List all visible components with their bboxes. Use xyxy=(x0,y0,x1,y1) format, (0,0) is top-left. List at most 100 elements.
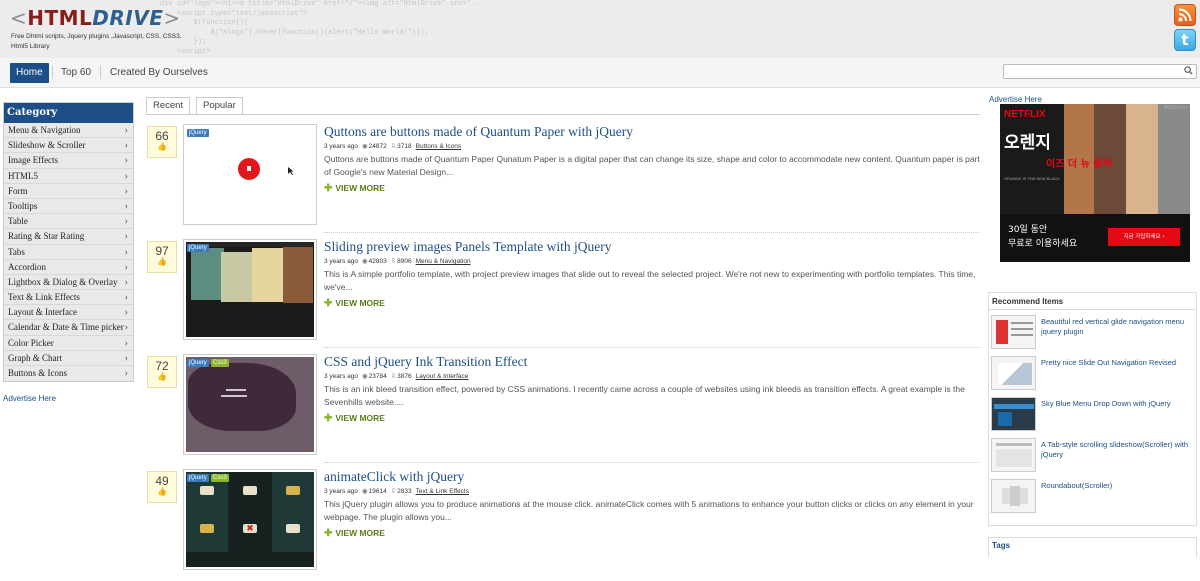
recommend-item[interactable]: Beautiful red vertical glide navigation … xyxy=(991,315,1196,352)
chevron-right-icon: › xyxy=(124,216,128,228)
jquery-badge: jQuery xyxy=(187,129,209,137)
category-item[interactable]: Form › xyxy=(4,184,133,199)
tab-popular[interactable]: Popular xyxy=(196,97,243,114)
item-category-link[interactable]: Menu & Navigation xyxy=(416,258,471,265)
recommend-panel: Recommend Items Beautiful red vertical g… xyxy=(988,292,1197,526)
category-item[interactable]: Text & Link Effects › xyxy=(4,290,133,306)
item-meta: 3 years ago ◉42803 ⇩8906 Menu & Navigation xyxy=(324,258,471,265)
eye-icon: ◉ xyxy=(361,143,368,150)
category-item[interactable]: Slideshow & Scroller › xyxy=(4,138,133,154)
item-thumbnail[interactable]: jQuery Css3 xyxy=(183,354,317,455)
nav-created-by-ourselves[interactable]: Created By Ourselves xyxy=(104,63,214,83)
item-title[interactable]: CSS and jQuery Ink Transition Effect xyxy=(324,354,527,370)
list-item: 49 👍 ✖ jQuery Css3 animateClick with jQue… xyxy=(146,469,980,581)
recommend-link[interactable]: Beautiful red vertical glide navigation … xyxy=(1041,317,1191,336)
item-thumbnail[interactable]: ✖ jQuery Css3 xyxy=(183,469,317,570)
netflix-ad-banner[interactable]: NETFLIX AdChoices 오렌지 이즈 더 뉴 블랙 ORANGE I… xyxy=(1000,104,1190,262)
vote-count: 49 xyxy=(155,474,169,488)
category-item[interactable]: Table › xyxy=(4,214,133,230)
item-description: This is an ink bleed transition effect, … xyxy=(324,384,965,407)
category-item[interactable]: HTML5 › xyxy=(4,169,133,184)
item-category-link[interactable]: Layout & Interface xyxy=(416,373,469,380)
view-more-link[interactable]: ✚ VIEW MORE xyxy=(324,298,385,309)
search-input[interactable] xyxy=(1003,64,1197,79)
item-title[interactable]: Quttons are buttons made of Quantum Pape… xyxy=(324,124,633,140)
item-category-link[interactable]: Text & Link Effects xyxy=(416,488,469,495)
tab-divider xyxy=(146,114,980,115)
eye-icon: ◉ xyxy=(361,373,368,380)
site-logo[interactable]: <HTMLDRIVE> xyxy=(10,6,181,30)
item-thumbnail[interactable]: jQuery xyxy=(183,124,317,225)
category-item[interactable]: Image Effects › xyxy=(4,153,133,169)
netflix-logo: NETFLIX xyxy=(1004,109,1046,120)
plus-icon: ✚ xyxy=(324,298,333,309)
advertise-link[interactable]: Advertise Here xyxy=(989,95,1042,104)
recommend-link[interactable]: Roundabout(Scroller) xyxy=(1041,481,1191,491)
category-item[interactable]: Tabs › xyxy=(4,245,133,260)
tags-title: Tags xyxy=(988,537,1197,557)
ad-title: 오렌지 xyxy=(1004,133,1051,153)
nav-top-60[interactable]: Top 60 xyxy=(55,63,97,83)
view-more-link[interactable]: ✚ VIEW MORE xyxy=(324,528,385,539)
item-title[interactable]: Sliding preview images Panels Template w… xyxy=(324,239,612,255)
category-item[interactable]: Menu & Navigation › xyxy=(4,123,133,139)
vote-count: 72 xyxy=(155,359,169,373)
twitter-icon[interactable]: t xyxy=(1174,29,1196,51)
code-background: div id="logo"><h1><a title="HtmlDrive" h… xyxy=(160,0,484,56)
nav-home[interactable]: Home xyxy=(10,63,49,83)
recommend-thumbnail[interactable] xyxy=(991,315,1036,349)
category-item[interactable]: Color Picker › xyxy=(4,336,133,351)
category-item[interactable]: Lightbox & Dialog & Overlay › xyxy=(4,275,133,291)
thumbs-up-icon[interactable]: 👍 xyxy=(148,257,176,266)
adchoices-label[interactable]: AdChoices xyxy=(1164,105,1188,111)
download-icon: ⇩ xyxy=(390,373,397,380)
search-icon[interactable] xyxy=(1184,66,1193,75)
chevron-right-icon: › xyxy=(124,246,128,258)
item-category-link[interactable]: Buttons & Icons xyxy=(416,143,462,150)
advertise-link[interactable]: Advertise Here xyxy=(3,394,56,403)
category-item[interactable]: Buttons & Icons › xyxy=(4,366,133,381)
category-title: Category xyxy=(4,103,133,123)
plus-icon: ✚ xyxy=(324,413,333,424)
recommend-link[interactable]: Pretty nice Slide Out Navigation Revised xyxy=(1041,358,1191,368)
vote-box[interactable]: 72 👍 xyxy=(147,356,177,388)
item-divider xyxy=(324,232,980,233)
recommend-thumbnail[interactable] xyxy=(991,356,1036,390)
chevron-right-icon: › xyxy=(124,292,128,304)
recommend-thumbnail[interactable] xyxy=(991,438,1036,472)
ad-footer: 30일 동안 무료로 이용하세요 지금 가입하세요 › xyxy=(1000,214,1190,262)
category-item[interactable]: Calendar & Date & Time picker › xyxy=(4,320,133,336)
chevron-right-icon: › xyxy=(124,155,128,167)
ad-signup-button[interactable]: 지금 가입하세요 › xyxy=(1108,228,1180,246)
vote-box[interactable]: 49 👍 xyxy=(147,471,177,503)
recommend-thumbnail[interactable] xyxy=(991,479,1036,513)
category-item[interactable]: Layout & Interface › xyxy=(4,305,133,321)
item-title[interactable]: animateClick with jQuery xyxy=(324,469,464,485)
chevron-right-icon: › xyxy=(124,261,128,273)
view-more-link[interactable]: ✚ VIEW MORE xyxy=(324,413,385,424)
tab-recent[interactable]: Recent xyxy=(146,97,191,114)
category-item[interactable]: Rating & Star Rating › xyxy=(4,229,133,245)
site-tagline: Free Dhtml scripts, Jquery plugins ,Java… xyxy=(11,33,182,50)
recommend-link[interactable]: A Tab-style scrolling slideshow(Scroller… xyxy=(1041,440,1191,459)
chevron-right-icon: › xyxy=(124,322,128,334)
category-item[interactable]: Accordion › xyxy=(4,260,133,275)
view-more-link[interactable]: ✚ VIEW MORE xyxy=(324,183,385,194)
recommend-link[interactable]: Sky Blue Menu Drop Down with jQuery xyxy=(1041,399,1191,409)
css3-badge: Css3 xyxy=(211,359,229,367)
recommend-item[interactable]: Sky Blue Menu Drop Down with jQuery xyxy=(991,397,1196,434)
thumbs-up-icon[interactable]: 👍 xyxy=(148,372,176,381)
recommend-item[interactable]: A Tab-style scrolling slideshow(Scroller… xyxy=(991,438,1196,475)
rss-icon[interactable] xyxy=(1174,4,1196,26)
item-thumbnail[interactable]: jQuery xyxy=(183,239,317,340)
recommend-thumbnail[interactable] xyxy=(991,397,1036,431)
thumbs-up-icon[interactable]: 👍 xyxy=(148,142,176,151)
thumbs-up-icon[interactable]: 👍 xyxy=(148,487,176,496)
vote-box[interactable]: 97 👍 xyxy=(147,241,177,273)
vote-box[interactable]: 66 👍 xyxy=(147,126,177,158)
recommend-item[interactable]: Pretty nice Slide Out Navigation Revised xyxy=(991,356,1196,393)
recommend-item[interactable]: Roundabout(Scroller) xyxy=(991,479,1196,516)
category-item[interactable]: Graph & Chart › xyxy=(4,351,133,366)
category-item[interactable]: Tooltips › xyxy=(4,199,133,215)
header-bar: div id="logo"><h1><a title="HtmlDrive" h… xyxy=(0,0,1200,58)
